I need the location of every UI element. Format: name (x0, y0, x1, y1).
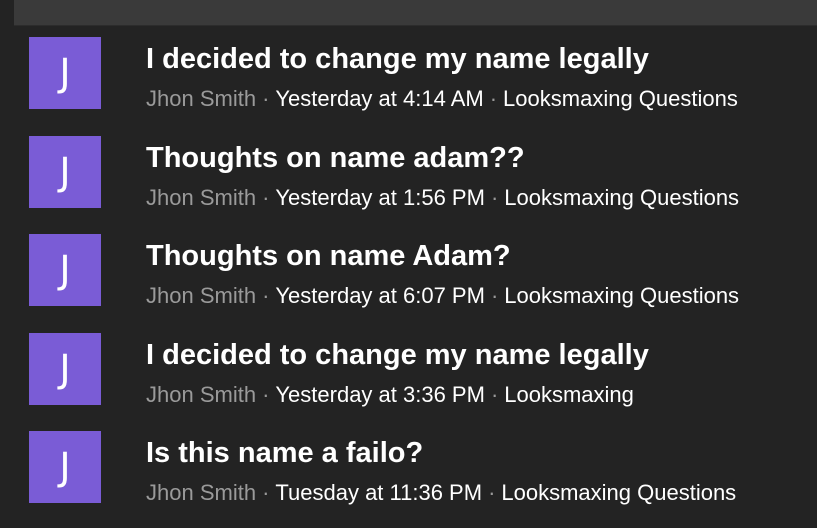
thread-forum[interactable]: Looksmaxing Questions (504, 185, 739, 210)
thread-row[interactable]: J Thoughts on name adam?? Jhon Smith · Yes… (0, 125, 817, 224)
thread-title[interactable]: Is this name a failo? (146, 435, 423, 471)
thread-date[interactable]: Yesterday at 1:56 PM (275, 185, 485, 210)
meta-separator: · (262, 86, 270, 111)
thread-author[interactable]: Jhon Smith (146, 283, 256, 308)
thread-meta: Jhon Smith · Yesterday at 1:56 PM · Looksmax… (146, 184, 739, 212)
thread-date[interactable]: Tuesday at 11:36 PM (275, 480, 482, 505)
top-bar (14, 0, 817, 26)
meta-separator: · (490, 381, 499, 407)
meta-separator: · (262, 480, 270, 505)
meta-separator: · (490, 184, 499, 210)
avatar[interactable]: J (29, 332, 101, 405)
thread-forum[interactable]: Looksmaxing Questions (503, 86, 738, 111)
meta-separator: · (262, 381, 270, 407)
thread-author[interactable]: Jhon Smith (146, 86, 256, 111)
thread-date[interactable]: Yesterday at 3:36 PM (275, 382, 485, 407)
thread-meta: Jhon Smith · Tuesday at 11:36 PM · Looksmaxi… (146, 479, 736, 507)
avatar[interactable]: J (29, 135, 101, 208)
meta-separator: · (262, 283, 270, 308)
thread-title[interactable]: I decided to change my name legally (146, 41, 649, 77)
thread-list: J I decided to change my name legally Jh… (0, 26, 817, 519)
thread-forum[interactable]: Looksmaxing (504, 382, 634, 407)
thread-author[interactable]: Jhon Smith (146, 185, 256, 210)
thread-title[interactable]: I decided to change my name legally (146, 337, 649, 373)
avatar[interactable]: J (29, 431, 101, 503)
thread-meta: Jhon Smith · Yesterday at 6:07 PM · Looksmax… (146, 282, 739, 310)
thread-date[interactable]: Yesterday at 6:07 PM (275, 283, 485, 308)
meta-separator: · (488, 480, 496, 505)
thread-date[interactable]: Yesterday at 4:14 AM (275, 86, 483, 111)
thread-row[interactable]: J Thoughts on name Adam? Jhon Smith · Yest… (0, 223, 817, 322)
thread-forum[interactable]: Looksmaxing Questions (504, 283, 739, 308)
thread-author[interactable]: Jhon Smith (146, 480, 256, 505)
meta-separator: · (490, 283, 499, 308)
thread-forum[interactable]: Looksmaxing Questions (501, 480, 736, 505)
thread-meta: Jhon Smith · Yesterday at 4:14 AM · Looksmax… (146, 85, 738, 113)
avatar[interactable]: J (29, 234, 101, 306)
thread-author[interactable]: Jhon Smith (146, 382, 256, 407)
thread-row[interactable]: J I decided to change my name legally Jh… (0, 322, 817, 421)
meta-separator: · (489, 86, 498, 111)
thread-title[interactable]: Thoughts on name adam?? (146, 140, 525, 176)
thread-row[interactable]: J I decided to change my name legally Jh… (0, 26, 817, 125)
avatar[interactable]: J (29, 37, 101, 109)
thread-title[interactable]: Thoughts on name Adam? (146, 238, 511, 274)
thread-row[interactable]: J Is this name a failo? Jhon Smith · Tuesd… (0, 420, 817, 519)
thread-meta: Jhon Smith · Yesterday at 3:36 PM · Looksmax… (146, 381, 634, 409)
meta-separator: · (262, 184, 270, 210)
